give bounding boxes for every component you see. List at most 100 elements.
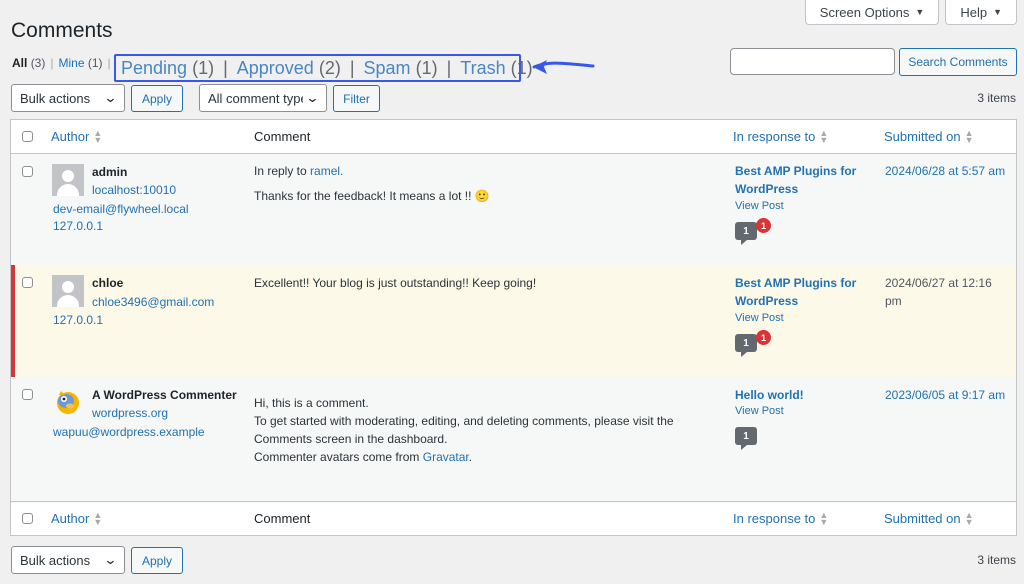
- comment-status-filters: All (3) | Mine (1) |: [12, 56, 116, 70]
- submitted-date: 2024/06/27 at 12:16 pm: [885, 276, 992, 308]
- author-name: A WordPress Commenter: [92, 388, 237, 402]
- sort-author[interactable]: Author ▲ ▼: [51, 511, 102, 527]
- post-title-link[interactable]: Best AMP Plugins for WordPress: [735, 162, 865, 198]
- bulk-actions-label: Bulk actions: [20, 552, 91, 568]
- sort-author[interactable]: Author ▲ ▼: [51, 129, 102, 145]
- post-title-link[interactable]: Best AMP Plugins for WordPress: [735, 274, 865, 310]
- annotation-arrow-icon: [532, 60, 595, 74]
- column-comment: Comment: [254, 129, 311, 144]
- sort-response[interactable]: In response to ▲ ▼: [733, 129, 828, 145]
- reply-to-link[interactable]: ramel.: [310, 164, 343, 178]
- author-ip-link[interactable]: 127.0.0.1: [53, 313, 103, 327]
- sort-icon: ▲ ▼: [964, 128, 974, 146]
- separator: |: [107, 56, 111, 70]
- sort-icon: ▲ ▼: [819, 128, 829, 146]
- comment-line: Comments screen in the dashboard.: [254, 432, 448, 446]
- table-row: chloe chloe3496@gmail.com 127.0.0.1 Exce…: [11, 265, 1016, 377]
- filter-pending[interactable]: Pending (1): [121, 58, 214, 79]
- comment-text: Excellent!! Your blog is just outstandin…: [254, 276, 537, 290]
- page-title: Comments: [11, 19, 113, 42]
- select-all-checkbox[interactable]: [22, 513, 33, 524]
- table-header: Author ▲ ▼ Comment In response to ▲ ▼ Submit…: [11, 120, 1016, 154]
- help-button[interactable]: Help ▼: [945, 0, 1017, 25]
- comment-type-label: All comment types: [208, 90, 303, 106]
- comment-type-select[interactable]: All comment types ⌄: [199, 84, 327, 112]
- comment-line: Hi, this is a comment.: [254, 396, 369, 410]
- gravatar-link[interactable]: Gravatar: [423, 450, 469, 464]
- sort-submitted[interactable]: Submitted on ▲ ▼: [884, 129, 974, 145]
- help-label: Help: [960, 4, 988, 20]
- comment-text: Hi, this is a comment. To get started wi…: [254, 394, 674, 466]
- caret-down-icon: ▼: [915, 7, 925, 17]
- highlighted-status-filters: Pending (1) | Approved (2) | Spam (1) | …: [114, 54, 533, 82]
- items-count: 3 items: [977, 91, 1016, 105]
- author-email-link[interactable]: wapuu@wordpress.example: [53, 425, 205, 439]
- filter-all[interactable]: All (3): [12, 56, 45, 70]
- chevron-down-icon: ⌄: [103, 552, 118, 567]
- bulk-actions-label: Bulk actions: [20, 90, 91, 106]
- bulk-actions-select[interactable]: Bulk actions ⌄: [11, 84, 125, 112]
- sort-response[interactable]: In response to ▲ ▼: [733, 511, 828, 527]
- items-count: 3 items: [977, 553, 1016, 567]
- comments-table: Author ▲ ▼ Comment In response to ▲ ▼ Submit…: [10, 119, 1017, 536]
- row-checkbox[interactable]: [22, 277, 33, 288]
- apply-button-bottom[interactable]: Apply: [131, 547, 183, 574]
- comment-text: Thanks for the feedback! It means a lot …: [254, 189, 490, 203]
- comment-line: Commenter avatars come from Gravatar.: [254, 450, 473, 464]
- approved-comments-bubble[interactable]: 1: [735, 334, 757, 357]
- bulk-actions-select-bottom[interactable]: Bulk actions ⌄: [11, 546, 125, 574]
- table-row: admin localhost:10010 dev-email@flywheel…: [11, 154, 1016, 265]
- comment-reply-info: In reply to ramel.: [254, 164, 344, 178]
- separator: |: [223, 57, 228, 78]
- pending-count-badge[interactable]: 1: [756, 330, 771, 345]
- table-footer: Author ▲ ▼ Comment In response to ▲ ▼ Submit…: [11, 501, 1016, 535]
- row-checkbox[interactable]: [22, 389, 33, 400]
- approved-comments-bubble[interactable]: 1: [735, 427, 757, 450]
- author-email-link[interactable]: dev-email@flywheel.local: [53, 202, 189, 216]
- author-ip-link[interactable]: 127.0.0.1: [53, 219, 103, 233]
- sort-icon: ▲ ▼: [93, 510, 103, 528]
- select-all-checkbox[interactable]: [22, 131, 33, 142]
- row-checkbox[interactable]: [22, 166, 33, 177]
- wapuu-avatar-icon: [57, 391, 79, 414]
- author-site-link[interactable]: localhost:10010: [92, 183, 176, 197]
- approved-comments-bubble[interactable]: 1: [735, 222, 757, 245]
- author-name: chloe: [92, 276, 124, 290]
- avatar: [52, 275, 84, 307]
- view-post-link[interactable]: View Post: [735, 200, 784, 212]
- filter-spam[interactable]: Spam (1): [364, 58, 438, 79]
- filter-mine[interactable]: Mine (1): [58, 56, 102, 70]
- screen-meta-links: Screen Options ▼ Help ▼: [804, 0, 1017, 25]
- sort-icon: ▲ ▼: [964, 510, 974, 528]
- screen-options-button[interactable]: Screen Options ▼: [804, 0, 940, 25]
- filter-approved[interactable]: Approved (2): [237, 58, 341, 79]
- filter-trash[interactable]: Trash (1): [460, 58, 532, 79]
- chevron-down-icon: ⌄: [305, 90, 320, 105]
- comment-line: To get started with moderating, editing,…: [254, 414, 674, 428]
- sort-submitted[interactable]: Submitted on ▲ ▼: [884, 511, 974, 527]
- avatar: [52, 164, 84, 196]
- chevron-down-icon: ⌄: [103, 90, 118, 105]
- submitted-date-link[interactable]: 2023/06/05 at 9:17 am: [885, 386, 1005, 404]
- sort-icon: ▲ ▼: [93, 128, 103, 146]
- screen-options-label: Screen Options: [819, 4, 910, 20]
- post-title-link[interactable]: Hello world!: [735, 386, 865, 404]
- view-post-link[interactable]: View Post: [735, 312, 784, 324]
- author-email-link[interactable]: chloe3496@gmail.com: [92, 295, 214, 309]
- search-input[interactable]: [730, 48, 895, 75]
- apply-button[interactable]: Apply: [131, 85, 183, 112]
- author-name: admin: [92, 165, 128, 179]
- caret-down-icon: ▼: [993, 7, 1002, 17]
- separator: |: [50, 56, 54, 70]
- pending-count-badge[interactable]: 1: [756, 218, 771, 233]
- column-comment: Comment: [254, 511, 311, 526]
- separator: |: [349, 57, 355, 78]
- separator: |: [446, 57, 452, 78]
- table-row: A WordPress Commenter wordpress.org wapu…: [11, 377, 1016, 503]
- author-site-link[interactable]: wordpress.org: [92, 406, 168, 420]
- search-comments-button[interactable]: Search Comments: [899, 48, 1017, 76]
- view-post-link[interactable]: View Post: [735, 405, 784, 417]
- filter-button[interactable]: Filter: [333, 85, 380, 112]
- submitted-date-link[interactable]: 2024/06/28 at 5:57 am: [885, 162, 1005, 180]
- sort-icon: ▲ ▼: [819, 510, 829, 528]
